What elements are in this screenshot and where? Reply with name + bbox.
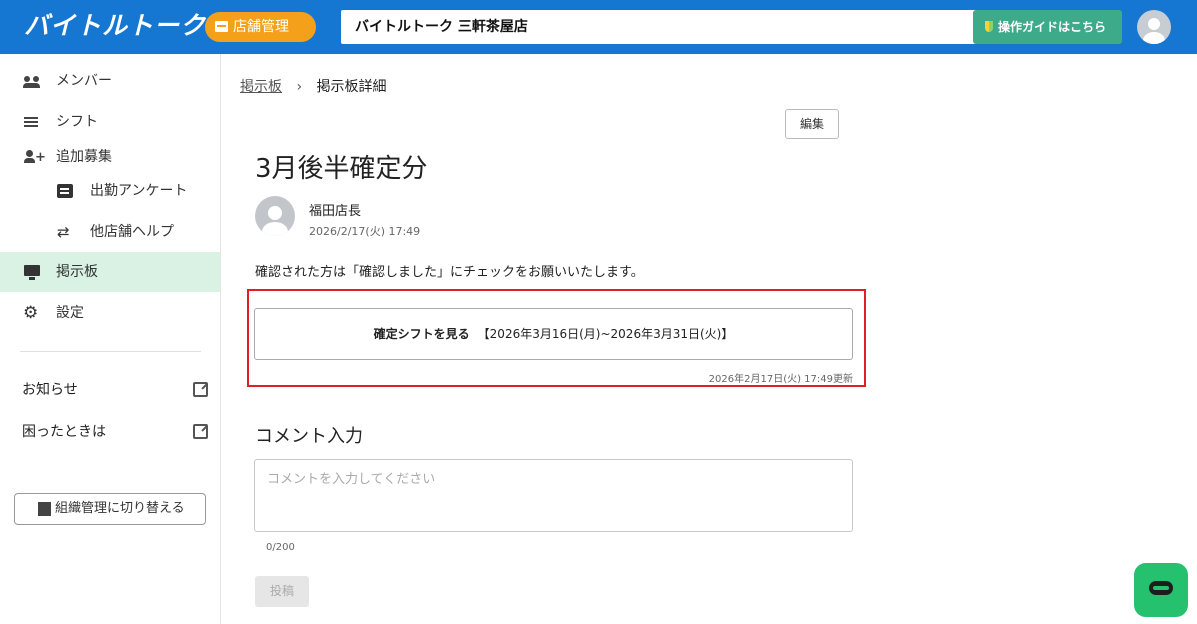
gear-icon bbox=[23, 293, 40, 333]
sidebar-item-label: シフト bbox=[56, 114, 98, 130]
person-add-icon bbox=[24, 138, 46, 178]
store-name: バイトルトーク 三軒茶屋店 bbox=[355, 19, 528, 35]
post-timestamp: 2026/2/17(火) 17:49 bbox=[309, 225, 421, 238]
news-label: お知らせ bbox=[22, 382, 78, 398]
sidebar-item-members[interactable]: メンバー bbox=[0, 61, 220, 101]
monitor-icon bbox=[24, 265, 40, 280]
sidebar-item-other-store-help[interactable]: 他店舗ヘルプ bbox=[0, 212, 220, 252]
sidebar-item-label: 掲示板 bbox=[56, 264, 98, 280]
breadcrumb: 掲示板 › 掲示板詳細 bbox=[240, 76, 387, 96]
help-label: 困ったときは bbox=[22, 424, 106, 440]
post-body: 確認された方は「確認しました」にチェックをお願いいたします。 bbox=[255, 265, 644, 280]
beginner-mark-icon bbox=[985, 21, 993, 32]
view-confirmed-shift-button[interactable]: 確定シフトを見る 【2026年3月16日(月)~2026年3月31日(火)】 bbox=[254, 308, 853, 360]
breadcrumb-link-bulletin[interactable]: 掲示板 bbox=[240, 79, 282, 95]
building-icon bbox=[38, 502, 51, 516]
sidebar-item-label: 出勤アンケート bbox=[90, 183, 188, 199]
shift-period: 【2026年3月16日(月)~2026年3月31日(火)】 bbox=[477, 327, 734, 341]
comment-section-title: コメント入力 bbox=[255, 426, 363, 447]
help-link[interactable]: 困ったときは bbox=[22, 420, 212, 444]
sidebar-item-bulletin-board[interactable]: 掲示板 bbox=[0, 252, 220, 292]
author-avatar bbox=[255, 196, 295, 236]
top-bar: バイトルトーク 店舗管理 バイトルトーク 三軒茶屋店 操作ガイドはこちら bbox=[0, 0, 1197, 54]
form-icon bbox=[57, 184, 73, 198]
news-link[interactable]: お知らせ bbox=[22, 378, 212, 402]
submit-comment-button[interactable]: 投稿 bbox=[255, 576, 309, 607]
swap-icon bbox=[57, 212, 73, 252]
switch-organization-label: 組織管理に切り替える bbox=[55, 501, 185, 516]
sidebar-item-attendance-survey[interactable]: 出勤アンケート bbox=[0, 171, 220, 211]
sidebar: メンバー シフト 追加募集 出勤アンケート 他店舗ヘルプ 掲示板 設定 お知らせ… bbox=[0, 54, 221, 624]
sidebar-item-label: 設定 bbox=[56, 305, 84, 321]
shift-link-label: 確定シフトを見る bbox=[373, 327, 470, 341]
open-in-new-icon bbox=[193, 424, 208, 439]
sidebar-divider bbox=[20, 351, 201, 352]
post-title: 3月後半確定分 bbox=[255, 154, 428, 184]
user-avatar[interactable] bbox=[1137, 10, 1171, 44]
app-logo[interactable]: バイトルトーク bbox=[24, 7, 206, 45]
sidebar-item-label: メンバー bbox=[56, 73, 112, 89]
store-management-button[interactable]: 店舗管理 bbox=[205, 12, 316, 42]
updated-timestamp: 2026年2月17日(火) 17:49更新 bbox=[708, 374, 853, 385]
list-icon bbox=[24, 115, 40, 129]
guide-button[interactable]: 操作ガイドはこちら bbox=[973, 10, 1122, 44]
comment-char-counter: 0/200 bbox=[266, 542, 295, 553]
sidebar-item-settings[interactable]: 設定 bbox=[0, 293, 220, 333]
chevron-right-icon: › bbox=[296, 79, 303, 95]
sidebar-item-shift[interactable]: シフト bbox=[0, 102, 220, 142]
people-icon bbox=[23, 74, 40, 88]
store-icon bbox=[215, 21, 228, 32]
sidebar-item-label: 他店舗ヘルプ bbox=[90, 224, 174, 240]
store-management-label: 店舗管理 bbox=[233, 19, 289, 35]
switch-organization-button[interactable]: 組織管理に切り替える bbox=[14, 493, 206, 525]
breadcrumb-current: 掲示板詳細 bbox=[316, 79, 387, 95]
open-in-new-icon bbox=[193, 382, 208, 397]
edit-button[interactable]: 編集 bbox=[785, 109, 839, 139]
comment-input[interactable] bbox=[254, 459, 853, 532]
guide-label: 操作ガイドはこちら bbox=[998, 20, 1107, 34]
chat-icon[interactable] bbox=[1134, 563, 1188, 617]
author-name: 福田店長 bbox=[309, 204, 362, 219]
